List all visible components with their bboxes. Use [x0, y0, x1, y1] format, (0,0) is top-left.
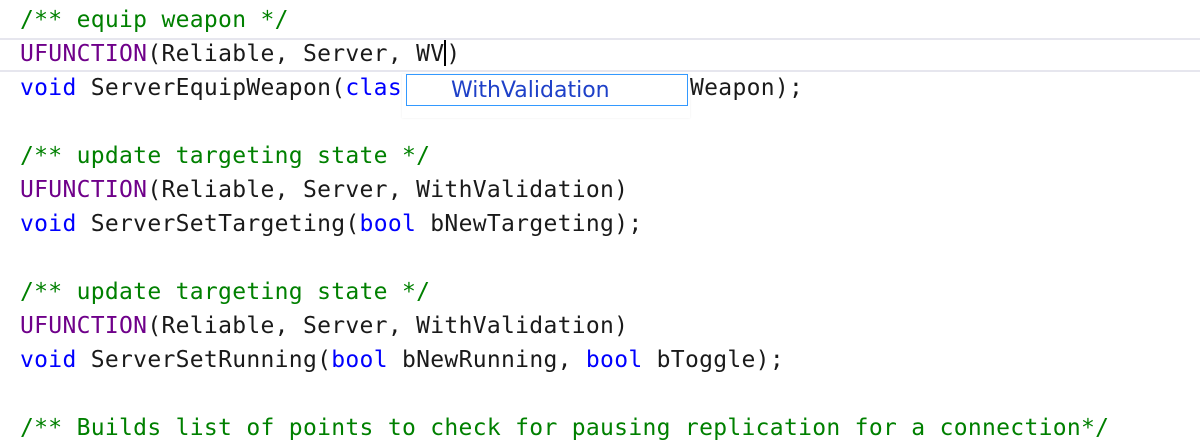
closing-paren: ) [446, 41, 461, 67]
macro-name: UFUNCTION [20, 313, 148, 339]
code-line-2[interactable]: UFUNCTION(Reliable, Server, WV) [20, 37, 461, 71]
keyword: bool [585, 347, 643, 373]
macro-args: (Reliable, Server, WithValidation) [147, 177, 629, 203]
code-line-3[interactable]: void ServerEquipWeapon(clas [20, 71, 402, 105]
comment-text: /** update targeting state */ [20, 143, 431, 169]
function-signature-start: ServerSetTargeting( [76, 211, 360, 237]
code-line-5[interactable]: UFUNCTION(Reliable, Server, WithValidati… [20, 173, 628, 207]
keyword: void [20, 211, 77, 237]
macro-name: UFUNCTION [20, 177, 148, 203]
comment-text: /** update targeting state */ [20, 279, 431, 305]
autocomplete-match: V [500, 78, 515, 103]
code-editor[interactable]: /** equip weapon */ UFUNCTION(Reliable, … [0, 0, 1200, 441]
macro-name: UFUNCTION [20, 41, 148, 67]
macro-args: (Reliable, Server, WV [147, 41, 445, 67]
function-signature-start: ServerEquipWeapon( [76, 75, 346, 101]
autocomplete-item-withvalidation[interactable]: WithValidation [406, 74, 688, 106]
keyword: void [20, 347, 77, 373]
code-line-9[interactable]: void ServerSetRunning(bool bNewRunning, … [20, 343, 784, 377]
autocomplete-suffix: alidation [514, 78, 610, 103]
code-line-7[interactable]: /** update targeting state */ [20, 275, 430, 309]
code-line-6[interactable]: void ServerSetTargeting(bool bNewTargeti… [20, 207, 643, 241]
code-line-4[interactable]: /** update targeting state */ [20, 139, 430, 173]
keyword: bool [359, 211, 417, 237]
keyword-partial: clas [345, 75, 402, 101]
autocomplete-prefix: With [451, 78, 501, 103]
comment-text: /** equip weapon */ [20, 7, 289, 33]
keyword: bool [331, 347, 388, 373]
function-signature-start: ServerSetRunning( [76, 347, 332, 373]
function-signature-end: bToggle); [642, 347, 784, 373]
autocomplete-popup: WithValidation [402, 74, 690, 118]
function-signature-end: Weapon); [690, 75, 804, 101]
macro-args: (Reliable, Server, WithValidation) [147, 313, 629, 339]
code-line-8[interactable]: UFUNCTION(Reliable, Server, WithValidati… [20, 309, 628, 343]
function-signature-mid: bNewRunning, [387, 347, 586, 373]
code-line-3-tail[interactable]: Weapon); [690, 71, 803, 105]
comment-text: /** Builds list of points to check for p… [20, 415, 1110, 441]
code-line-1[interactable]: /** equip weapon */ [20, 3, 289, 37]
keyword: void [20, 75, 77, 101]
function-signature-end: bNewTargeting); [416, 211, 643, 237]
